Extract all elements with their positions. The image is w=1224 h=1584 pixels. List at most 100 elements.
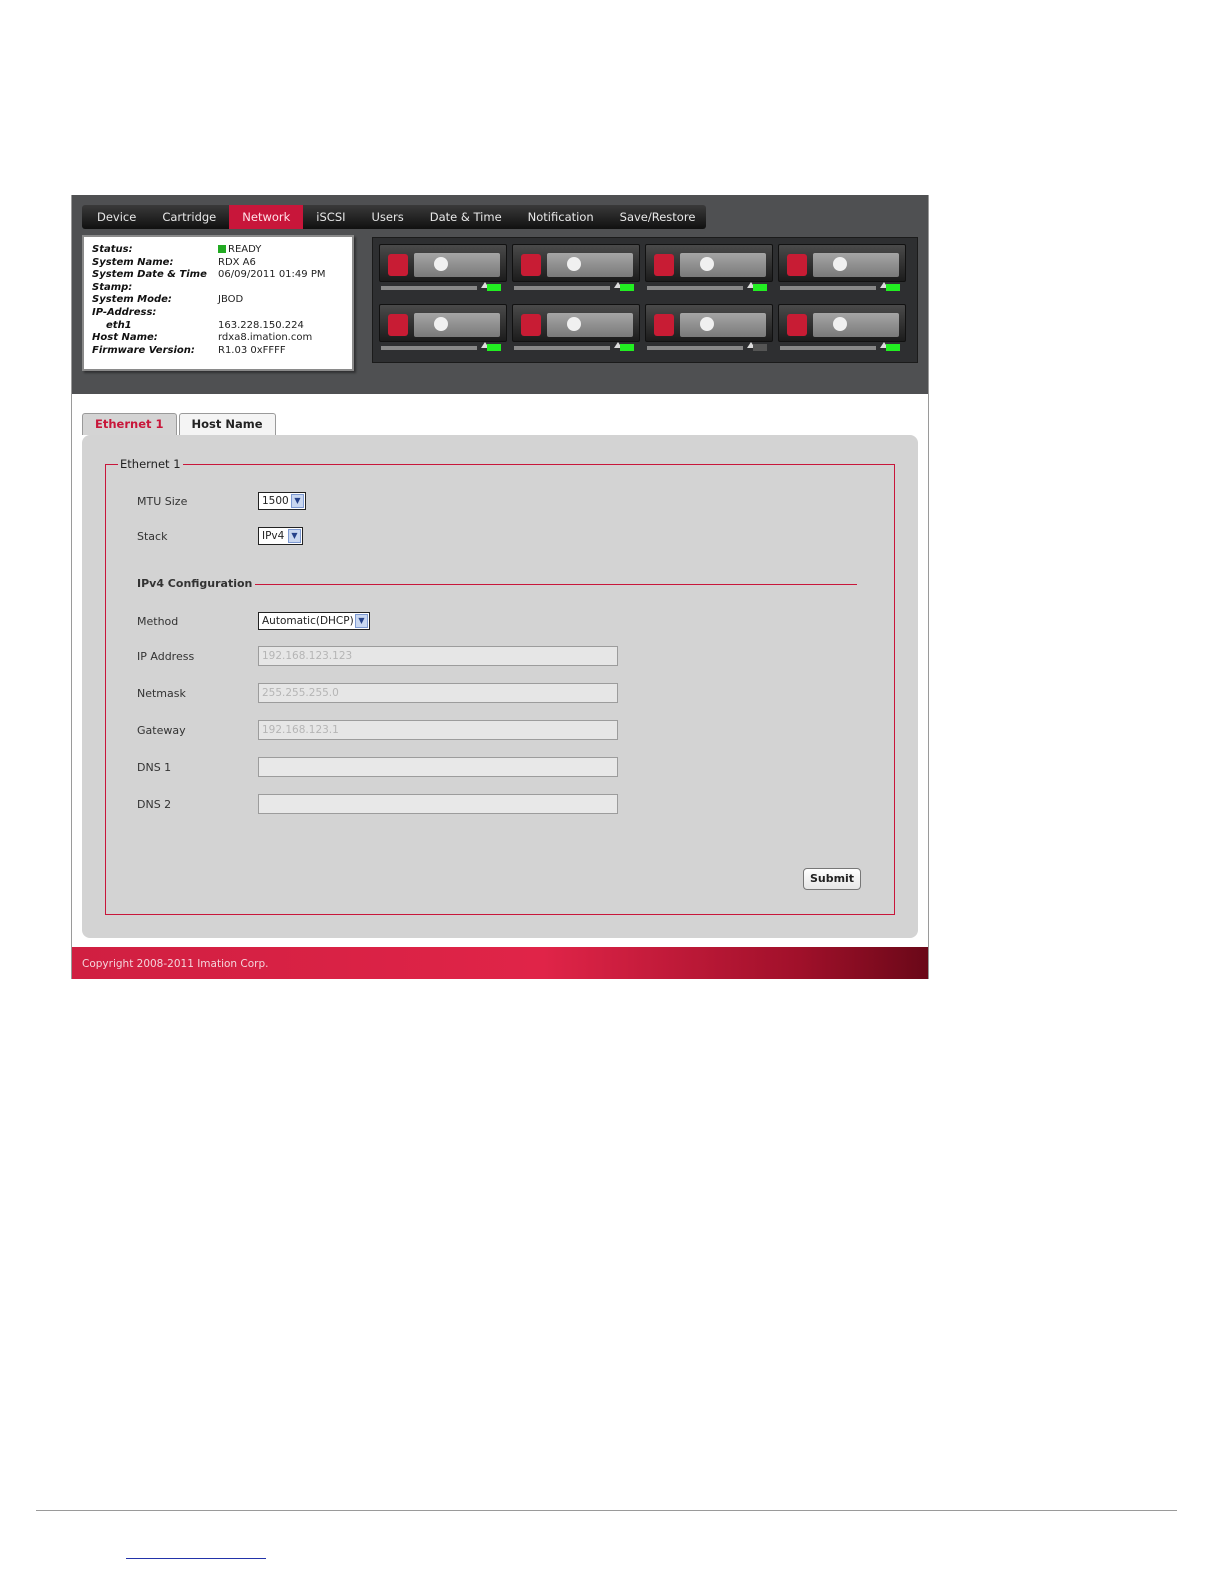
disk-icon [567,317,581,331]
disk-icon [700,257,714,271]
ethernet-fieldset: Ethernet 1 MTU Size 1500 ▼ Stack IPv4 ▼ … [105,457,895,915]
drive-eject-button [654,314,674,336]
drive-body [778,244,906,282]
ipv4-heading: IPv4 Configuration [137,577,253,590]
nav-tab-save-restore[interactable]: Save/Restore [607,205,709,229]
drive-eject-button [787,254,807,276]
system-mode-value: JBOD [218,294,244,306]
drive-slot-2[interactable] [512,244,640,296]
drive-eject-button [388,254,408,276]
nav-tab-cartridge[interactable]: Cartridge [149,205,229,229]
nav-tab-users[interactable]: Users [359,205,417,229]
network-panel: Ethernet 1 MTU Size 1500 ▼ Stack IPv4 ▼ … [82,435,918,938]
host-name-value: rdxa8.imation.com [218,332,313,344]
disk-icon [567,257,581,271]
host-name-row: Host Name: rdxa8.imation.com [92,332,344,345]
status-row: Status: READY [92,244,344,257]
drive-status-led [753,284,767,291]
method-select[interactable]: Automatic(DHCP) ▼ [258,612,370,630]
disk-icon [833,257,847,271]
drive-status-led [487,344,501,351]
gateway-row: Gateway 192.168.123.1 [137,720,618,740]
dns2-label: DNS 2 [137,797,172,811]
system-mode-row: System Mode: JBOD [92,294,344,307]
gateway-label: Gateway [137,723,186,737]
nav-tab-device[interactable]: Device [84,205,149,229]
gateway-input[interactable]: 192.168.123.1 [258,720,618,740]
drive-slot-3[interactable] [645,244,773,296]
drive-rail [780,346,876,350]
dns1-input[interactable] [258,757,618,777]
dns1-label: DNS 1 [137,760,172,774]
submit-button[interactable]: Submit [803,868,861,890]
drive-bay [372,237,918,363]
drive-status-led [620,344,634,351]
drive-slot-5[interactable] [379,304,507,356]
status-label: Status: [92,244,133,255]
method-row: Method Automatic(DHCP) ▼ [137,612,370,630]
nav-tab-iscsi[interactable]: iSCSI [303,205,358,229]
netmask-row: Netmask 255.255.255.0 [137,683,618,703]
header: Device Cartridge Network iSCSI Users Dat… [72,195,928,394]
stack-value: IPv4 [262,530,285,542]
drive-slot-4[interactable] [778,244,906,296]
stack-select[interactable]: IPv4 ▼ [258,527,303,545]
stack-row: Stack IPv4 ▼ [137,527,303,545]
drive-slot-6[interactable] [512,304,640,356]
cartridge [813,253,899,277]
copyright-text: Copyright 2008-2011 Imation Corp. [82,958,269,970]
dns2-row: DNS 2 [137,794,618,814]
cartridge [414,313,500,337]
drive-slot-1[interactable] [379,244,507,296]
mtu-row: MTU Size 1500 ▼ [137,492,306,510]
system-name-label: System Name: [92,256,174,268]
system-name-row: System Name: RDX A6 [92,257,344,270]
tab-ethernet-1[interactable]: Ethernet 1 [82,413,177,435]
drive-grid [379,244,911,356]
chevron-down-icon: ▼ [291,494,304,508]
nav-tab-notification[interactable]: Notification [515,205,607,229]
drive-status-led [753,344,767,351]
drive-slot-8[interactable] [778,304,906,356]
drive-rail [514,346,610,350]
drive-rail [647,286,743,290]
cartridge [680,253,766,277]
method-value: Automatic(DHCP) [262,615,354,627]
disk-icon [700,317,714,331]
dns1-row: DNS 1 [137,757,618,777]
datetime-value: 06/09/2011 01:49 PM [218,269,326,281]
drive-rail [381,346,477,350]
host-name-label: Host Name: [92,332,158,344]
drive-status-led [620,284,634,291]
drive-eject-button [521,314,541,336]
cartridge [547,313,633,337]
app-window: Device Cartridge Network iSCSI Users Dat… [71,195,929,979]
page-link[interactable] [126,1558,266,1559]
fieldset-legend: Ethernet 1 [118,457,183,471]
status-value: READY [218,244,261,257]
disk-icon [833,317,847,331]
dns2-input[interactable] [258,794,618,814]
chevron-down-icon: ▼ [355,614,368,628]
cartridge [547,253,633,277]
netmask-input[interactable]: 255.255.255.0 [258,683,618,703]
firmware-value: R1.03 0xFFFF [218,344,286,356]
tab-host-name[interactable]: Host Name [178,413,276,435]
mtu-select[interactable]: 1500 ▼ [258,492,306,510]
drive-slot-7[interactable] [645,304,773,356]
nav-tab-date-time[interactable]: Date & Time [417,205,515,229]
system-name-value: RDX A6 [218,256,256,268]
chevron-down-icon: ▼ [288,529,301,543]
ip-address-label: IP-Address: [92,306,157,318]
drive-rail [514,286,610,290]
drive-rail [381,286,477,290]
status-panel: Status: READY System Name: RDX A6 System… [82,235,354,371]
disk-icon [434,317,448,331]
netmask-label: Netmask [137,686,186,700]
footer: Copyright 2008-2011 Imation Corp. [72,947,928,979]
nav-tab-network[interactable]: Network [229,205,304,229]
drive-eject-button [787,314,807,336]
ready-indicator-icon [218,245,226,253]
drive-rail [647,346,743,350]
ip-address-input[interactable]: 192.168.123.123 [258,646,618,666]
